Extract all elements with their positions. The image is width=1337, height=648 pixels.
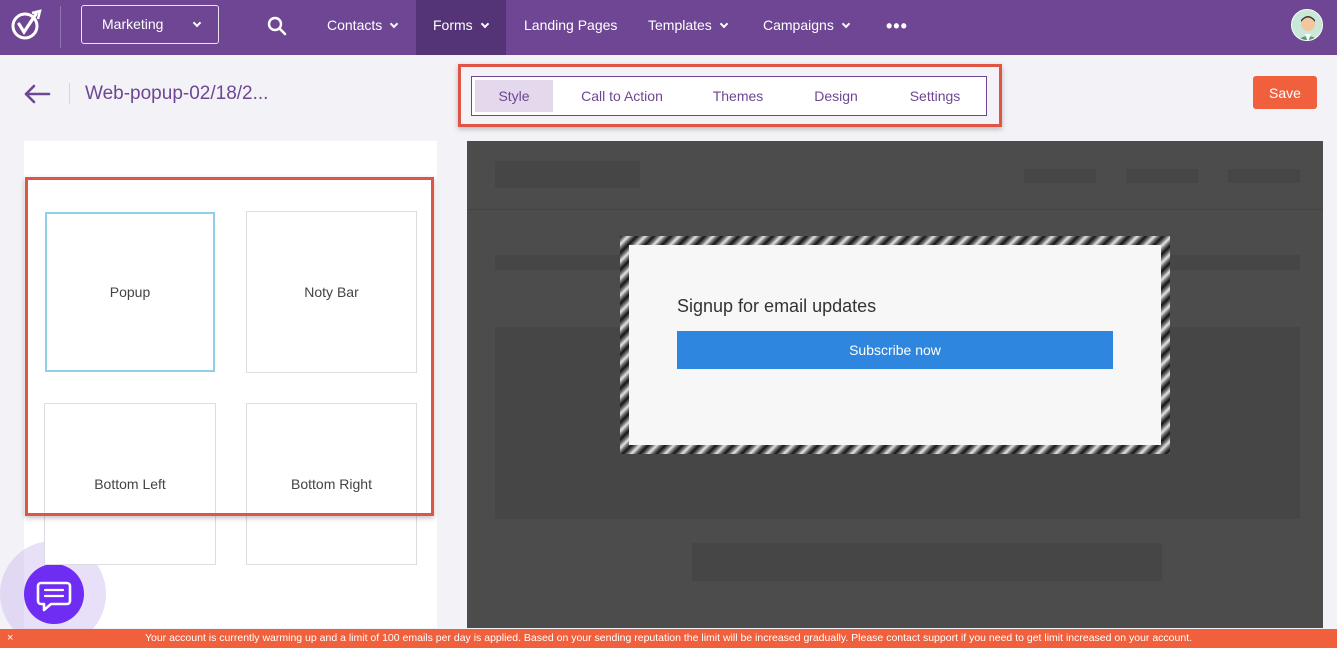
tab-call-to-action[interactable]: Call to Action bbox=[568, 80, 676, 112]
nav-divider bbox=[60, 6, 61, 48]
nav-landing-pages[interactable]: Landing Pages bbox=[524, 0, 617, 55]
nav-forms-label: Forms bbox=[433, 17, 473, 33]
popup-body: Signup for email updates Subscribe now bbox=[629, 245, 1161, 445]
chat-icon bbox=[36, 581, 72, 612]
tab-themes[interactable]: Themes bbox=[700, 80, 776, 112]
style-options-highlight-box bbox=[25, 177, 434, 516]
warmup-banner-text: Your account is currently warming up and… bbox=[144, 632, 1193, 644]
popup-heading: Signup for email updates bbox=[677, 296, 877, 316]
placeholder-divider bbox=[467, 209, 1323, 210]
avatar[interactable] bbox=[1291, 9, 1323, 41]
save-button[interactable]: Save bbox=[1253, 76, 1317, 109]
workspace-dropdown[interactable]: Marketing bbox=[81, 5, 219, 44]
back-arrow-icon[interactable] bbox=[23, 84, 51, 104]
nav-templates-label: Templates bbox=[648, 17, 712, 33]
chat-button[interactable] bbox=[24, 564, 84, 624]
editor-tabs: Style Call to Action Themes Design Setti… bbox=[471, 76, 987, 116]
form-title: Web-popup-02/18/2... bbox=[85, 83, 269, 104]
placeholder-block bbox=[495, 161, 640, 188]
tab-design[interactable]: Design bbox=[801, 80, 871, 112]
more-icon[interactable]: ••• bbox=[886, 16, 908, 37]
chevron-down-icon bbox=[192, 18, 202, 28]
tab-settings[interactable]: Settings bbox=[897, 80, 973, 112]
placeholder-block bbox=[692, 543, 1162, 581]
placeholder-block bbox=[1228, 169, 1300, 183]
nav-contacts[interactable]: Contacts bbox=[327, 0, 399, 55]
nav-campaigns-label: Campaigns bbox=[763, 17, 834, 33]
close-icon[interactable]: × bbox=[7, 632, 13, 644]
chevron-down-icon bbox=[390, 19, 399, 29]
placeholder-block bbox=[1024, 169, 1096, 183]
logo-icon[interactable] bbox=[10, 8, 44, 42]
preview-area: Signup for email updates Subscribe now bbox=[467, 141, 1323, 628]
workspace-label: Marketing bbox=[102, 16, 164, 32]
nav-landing-pages-label: Landing Pages bbox=[524, 17, 618, 33]
placeholder-block bbox=[1126, 169, 1198, 183]
header-divider bbox=[69, 83, 70, 104]
top-nav: Marketing Contacts Forms Landing Pages T… bbox=[0, 0, 1337, 55]
avatar-icon bbox=[1292, 10, 1322, 40]
nav-forms[interactable]: Forms bbox=[416, 0, 506, 55]
subscribe-button[interactable]: Subscribe now bbox=[677, 331, 1113, 369]
tab-style[interactable]: Style bbox=[475, 80, 553, 112]
nav-templates[interactable]: Templates bbox=[648, 0, 729, 55]
warmup-banner: × Your account is currently warming up a… bbox=[0, 629, 1337, 648]
nav-campaigns[interactable]: Campaigns bbox=[763, 0, 851, 55]
nav-contacts-label: Contacts bbox=[327, 17, 383, 33]
chevron-down-icon bbox=[719, 19, 729, 29]
search-icon[interactable] bbox=[267, 16, 287, 36]
chevron-down-icon bbox=[480, 19, 489, 29]
popup-preview: Signup for email updates Subscribe now bbox=[620, 236, 1170, 454]
chevron-down-icon bbox=[841, 19, 851, 29]
